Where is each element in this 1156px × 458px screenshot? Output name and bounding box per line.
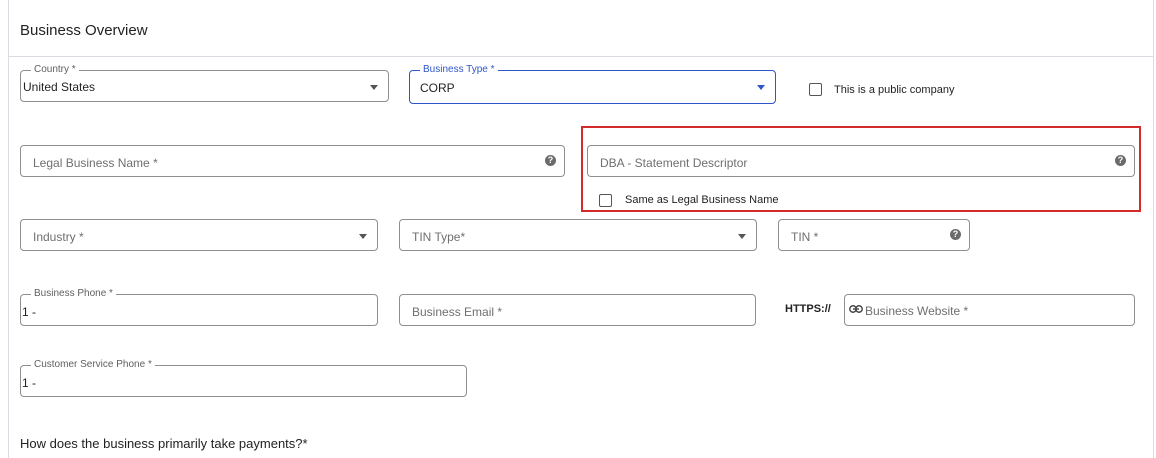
public-company-label: This is a public company bbox=[834, 84, 955, 96]
business-phone-value: 1 - bbox=[22, 305, 37, 319]
customer-service-phone-value: 1 - bbox=[22, 376, 37, 390]
industry-select[interactable]: Industry * bbox=[20, 219, 378, 251]
highlight-box bbox=[581, 126, 1141, 212]
help-icon[interactable]: ? bbox=[545, 155, 556, 166]
business-type-label: Business Type * bbox=[420, 63, 498, 77]
business-phone-input[interactable]: Business Phone * 1 - bbox=[20, 287, 378, 326]
chevron-down-icon bbox=[757, 85, 765, 90]
public-company-checkbox[interactable] bbox=[809, 83, 822, 96]
section-header: Business Overview bbox=[8, 0, 1154, 57]
chevron-down-icon bbox=[370, 85, 378, 90]
help-icon[interactable]: ? bbox=[950, 229, 961, 240]
tin-input[interactable]: TIN * ? bbox=[778, 219, 970, 251]
chevron-down-icon bbox=[359, 234, 367, 239]
business-email-input[interactable]: Business Email * bbox=[399, 294, 756, 326]
tin-placeholder: TIN * bbox=[791, 230, 819, 244]
link-icon bbox=[849, 305, 863, 313]
customer-service-phone-input[interactable]: Customer Service Phone * 1 - bbox=[20, 358, 467, 397]
industry-placeholder: Industry * bbox=[33, 230, 84, 244]
chevron-down-icon bbox=[738, 234, 746, 239]
payments-question: How does the business primarily take pay… bbox=[20, 436, 308, 451]
customer-service-phone-label: Customer Service Phone * bbox=[31, 358, 155, 372]
tin-type-placeholder: TIN Type* bbox=[412, 230, 466, 244]
business-email-placeholder: Business Email * bbox=[412, 305, 503, 319]
tin-type-select[interactable]: TIN Type* bbox=[399, 219, 757, 251]
business-type-value: CORP bbox=[420, 81, 455, 95]
country-label: Country * bbox=[31, 63, 79, 77]
legal-business-name-input[interactable]: Legal Business Name * ? bbox=[20, 145, 565, 177]
legal-business-name-placeholder: Legal Business Name * bbox=[33, 156, 158, 170]
business-website-input[interactable]: Business Website * bbox=[844, 294, 1135, 326]
business-website-placeholder: Business Website * bbox=[865, 304, 969, 318]
business-type-select[interactable]: Business Type * CORP bbox=[409, 63, 776, 104]
https-prefix: HTTPS:// bbox=[785, 303, 831, 315]
country-value: United States bbox=[23, 80, 96, 94]
section-title: Business Overview bbox=[20, 22, 148, 39]
country-select[interactable]: Country * United States bbox=[20, 63, 389, 102]
business-phone-label: Business Phone * bbox=[31, 287, 116, 301]
